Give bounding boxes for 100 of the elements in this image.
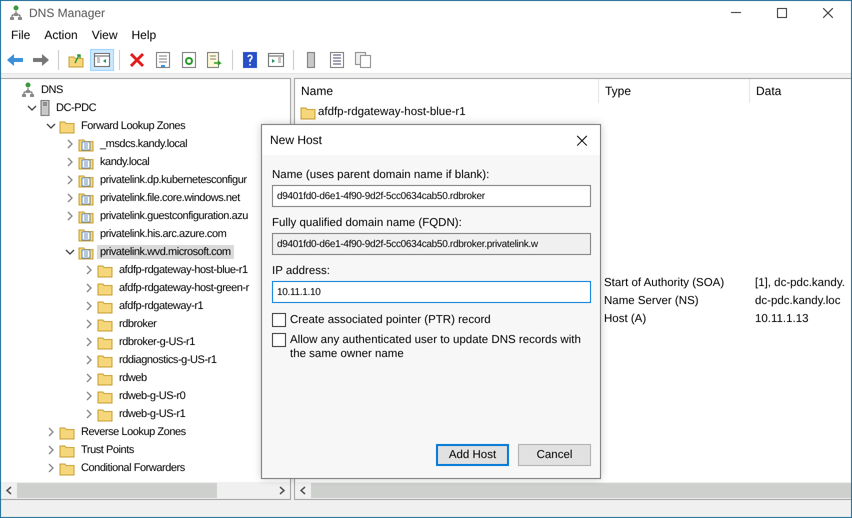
menu-item[interactable]: Action bbox=[37, 26, 85, 44]
dialog-button[interactable]: Cancel bbox=[518, 444, 591, 466]
folder-icon bbox=[59, 118, 75, 134]
collapsed-chevron-icon[interactable] bbox=[66, 139, 74, 149]
collapsed-chevron-icon[interactable] bbox=[86, 355, 92, 365]
checkbox-label: Create associated pointer (PTR) record bbox=[290, 313, 491, 327]
record-data: dc-pdc.kandy.loc bbox=[755, 295, 840, 307]
server-icon bbox=[40, 100, 50, 116]
tree-item[interactable]: privatelink.file.core.windows.net bbox=[97, 191, 243, 205]
zone-icon bbox=[78, 226, 94, 242]
tree-item[interactable]: Reverse Lookup Zones bbox=[78, 425, 189, 439]
input-field[interactable]: d9401fd0-d6e1-4f90-9d2f-5cc0634cab50.rdbroker.privatelink.w bbox=[272, 233, 591, 255]
input-field[interactable]: d9401fd0-d6e1-4f90-9d2f-5cc0634cab50.rdbroker bbox=[272, 185, 591, 207]
toolbar-button[interactable] bbox=[90, 48, 114, 70]
tree-item[interactable]: rdbroker bbox=[116, 317, 160, 331]
collapsed-chevron-icon[interactable] bbox=[86, 373, 92, 383]
menu-item[interactable]: File bbox=[4, 26, 38, 44]
dialog-button[interactable]: Add Host bbox=[436, 444, 509, 466]
collapsed-chevron-icon[interactable] bbox=[86, 265, 92, 275]
folder-icon bbox=[97, 262, 113, 278]
maximize-icon[interactable] bbox=[777, 8, 787, 18]
help-icon bbox=[243, 52, 257, 68]
refresh-icon bbox=[182, 52, 196, 68]
console-tree-icon bbox=[94, 52, 110, 66]
folder-icon bbox=[59, 442, 75, 458]
tree-item[interactable]: afdfp-rdgateway-r1 bbox=[116, 299, 206, 313]
tree-item[interactable]: DC-PDC bbox=[53, 101, 100, 115]
forward-arrow-icon bbox=[32, 52, 50, 66]
collapsed-chevron-icon[interactable] bbox=[86, 337, 92, 347]
input-field[interactable]: 10.11.1.10 bbox=[272, 281, 591, 303]
tree-item[interactable]: kandy.local bbox=[97, 155, 152, 169]
collapsed-chevron-icon[interactable] bbox=[48, 427, 54, 437]
checkbox[interactable] bbox=[272, 333, 286, 347]
record-data: [1], dc-pdc.kandy. bbox=[755, 277, 845, 289]
menu-item[interactable]: View bbox=[84, 26, 124, 44]
zone-icon bbox=[78, 154, 94, 170]
checkbox-label: Allow any authenticated user to update DNS records with the same owner name bbox=[290, 333, 582, 361]
tree-item[interactable]: privatelink.his.arc.azure.com bbox=[97, 227, 230, 241]
tree-item[interactable]: DNS bbox=[38, 83, 66, 97]
collapsed-chevron-icon[interactable] bbox=[86, 319, 92, 329]
zone-icon bbox=[78, 208, 94, 224]
record-type: Name Server (NS) bbox=[604, 295, 699, 307]
field-label: Fully qualified domain name (FQDN): bbox=[272, 217, 463, 229]
folder-icon bbox=[97, 334, 113, 350]
tree-item[interactable]: privatelink.wvd.microsoft.com bbox=[97, 245, 234, 259]
tree-item[interactable]: rdweb bbox=[116, 371, 150, 385]
action-pane-icon bbox=[268, 52, 284, 66]
collapsed-chevron-icon[interactable] bbox=[48, 445, 54, 455]
collapsed-chevron-icon[interactable] bbox=[66, 211, 74, 221]
dialog-title: New Host bbox=[270, 133, 322, 147]
folder-icon bbox=[97, 280, 113, 296]
expanded-chevron-icon[interactable] bbox=[65, 248, 75, 256]
collapsed-chevron-icon[interactable] bbox=[48, 463, 54, 473]
zone-icon bbox=[78, 172, 94, 188]
field-label: IP address: bbox=[272, 265, 331, 277]
record-type: Start of Authority (SOA) bbox=[604, 277, 724, 289]
tree-item[interactable]: Conditional Forwarders bbox=[78, 461, 188, 475]
tree-item[interactable]: privatelink.guestconfiguration.azu bbox=[97, 209, 251, 223]
tree-item[interactable]: rdweb-g-US-r0 bbox=[116, 389, 188, 403]
copy-icon bbox=[355, 52, 371, 68]
tree-item[interactable]: rdbroker-g-US-r1 bbox=[116, 335, 198, 349]
scrollbar-thumb[interactable] bbox=[17, 483, 217, 498]
collapsed-chevron-icon[interactable] bbox=[86, 301, 92, 311]
up-folder-icon bbox=[68, 52, 84, 68]
tree-item[interactable]: Forward Lookup Zones bbox=[78, 119, 188, 133]
collapsed-chevron-icon[interactable] bbox=[86, 283, 92, 293]
tree-item[interactable]: rddiagnostics-g-US-r1 bbox=[116, 353, 220, 367]
menu-item[interactable]: Help bbox=[124, 26, 164, 44]
close-icon[interactable] bbox=[823, 8, 833, 18]
collapsed-chevron-icon[interactable] bbox=[66, 175, 74, 185]
tree-item[interactable]: afdfp-rdgateway-host-green-r bbox=[116, 281, 252, 295]
folder-icon bbox=[97, 298, 113, 314]
tree-item[interactable]: _msdcs.kandy.local bbox=[97, 137, 190, 151]
zone-icon bbox=[78, 190, 94, 206]
collapsed-chevron-icon[interactable] bbox=[66, 157, 74, 167]
collapsed-chevron-icon[interactable] bbox=[66, 193, 74, 203]
folder-icon bbox=[97, 316, 113, 332]
tree-item[interactable]: afdfp-rdgateway-host-blue-r1 bbox=[116, 263, 251, 277]
tree-item[interactable]: Trust Points bbox=[78, 443, 137, 457]
network-icon bbox=[9, 4, 23, 20]
window-title: DNS Manager bbox=[29, 6, 106, 20]
server-icon bbox=[307, 52, 315, 68]
checkbox[interactable] bbox=[272, 313, 286, 327]
record-name[interactable]: afdfp-rdgateway-host-blue-r1 bbox=[318, 106, 466, 118]
expanded-chevron-icon[interactable] bbox=[46, 122, 56, 130]
folder-icon bbox=[59, 424, 75, 440]
collapsed-chevron-icon[interactable] bbox=[86, 391, 92, 401]
scrollbar-thumb[interactable] bbox=[311, 483, 851, 498]
folder-icon bbox=[97, 352, 113, 368]
tree-item[interactable]: privatelink.dp.kubernetesconfigur bbox=[97, 173, 250, 187]
record-type: Host (A) bbox=[604, 313, 646, 325]
zone-icon bbox=[78, 136, 94, 152]
list-icon bbox=[330, 52, 344, 68]
network-icon bbox=[21, 82, 35, 98]
folder-icon bbox=[97, 370, 113, 386]
close-button[interactable]: × bbox=[564, 125, 600, 155]
collapsed-chevron-icon[interactable] bbox=[86, 409, 92, 419]
tree-item[interactable]: rdweb-g-US-r1 bbox=[116, 407, 188, 421]
folder-icon bbox=[59, 460, 75, 476]
expanded-chevron-icon[interactable] bbox=[27, 104, 37, 112]
